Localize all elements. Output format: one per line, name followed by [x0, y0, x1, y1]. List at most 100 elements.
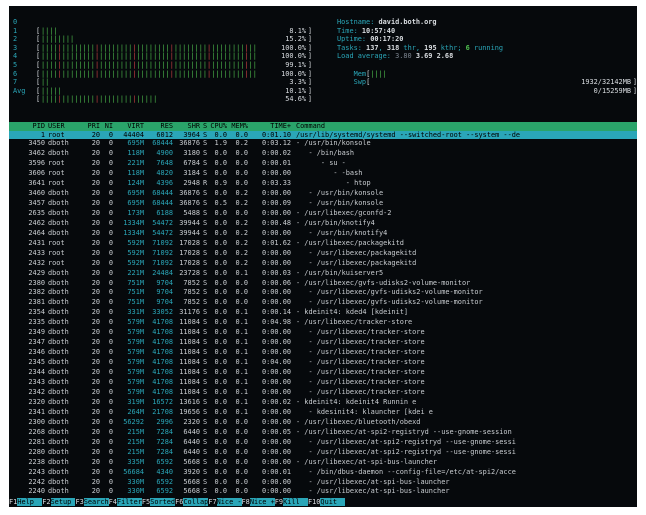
- process-state: S: [203, 467, 208, 476]
- process-row[interactable]: 2280 dboth 20 0 215M 7284 6440 S 0.0 0.0 0:00.00 -…: [9, 448, 637, 457]
- fkey-label[interactable]: Sorted: [150, 498, 176, 506]
- col-mem[interactable]: MEM%: [230, 122, 248, 131]
- process-row[interactable]: 2238 dboth 20 0 335M 6592 5668 S 0.0 0.0 0:00.00 - …: [9, 458, 637, 467]
- process-state: S: [203, 457, 208, 466]
- col-pid[interactable]: PID: [11, 122, 45, 131]
- process-row[interactable]: 2349 dboth 20 0 579M 41708 11084 S 0.0 0.1 0:00.00…: [9, 328, 637, 337]
- process-table-header[interactable]: PID USER PRI NI VIRT RES SHR S CPU% MEM%…: [9, 122, 637, 131]
- process-row[interactable]: 2462 dboth 20 0 1334M 54472 39944 S 0.0 0.2 0:00.4…: [9, 219, 637, 228]
- fkey-f8[interactable]: F8: [241, 498, 250, 506]
- process-shr: 6440: [183, 427, 200, 436]
- fkey-label[interactable]: Search: [83, 498, 109, 506]
- process-row[interactable]: 2268 dboth 20 0 215M 7284 6440 S 0.0 0.0 0:00.05 - …: [9, 428, 637, 437]
- col-virt[interactable]: VIRT: [115, 122, 144, 131]
- fkey-label[interactable]: Nice -: [216, 498, 242, 506]
- col-ni[interactable]: NI: [101, 122, 113, 131]
- selected-process-row[interactable]: 1 root 20 0 44404 6012 3964 S 0.0 0.0 0:…: [9, 130, 637, 140]
- col-pri[interactable]: PRI: [83, 122, 100, 131]
- process-row[interactable]: 3450 dboth 20 0 695M 68444 36876 S 1.9 0.2 0:03.12…: [9, 139, 637, 148]
- process-command: - /usr/libexec/tracker-store: [296, 368, 425, 377]
- fkey-label[interactable]: Kill: [283, 498, 308, 506]
- col-state[interactable]: S: [203, 122, 207, 131]
- process-nice: 0: [108, 338, 113, 347]
- process-time: 0:00.00: [261, 338, 291, 347]
- process-row[interactable]: 2300 dboth 20 0 56292 2996 2320 S 0.0 0.0 0:00.00-…: [9, 418, 637, 427]
- process-cpu: 0.0: [214, 407, 227, 416]
- process-cpu: 0.0: [214, 159, 227, 168]
- fkey-label[interactable]: Collap: [183, 498, 209, 506]
- fkey-label[interactable]: Filter: [116, 498, 142, 506]
- fkey-label[interactable]: Help: [17, 498, 43, 506]
- process-user: dboth: [48, 318, 69, 327]
- process-row[interactable]: 2344 dboth 20 0 579M 41708 11084 S 0.0 0.1 0:00.00…: [9, 368, 637, 377]
- process-row[interactable]: 2320 dboth 20 0 319M 16572 13616 S 0.0 0.1 0:00.02…: [9, 398, 637, 407]
- process-command: - /usr/libexec/tracker-store: [296, 387, 425, 396]
- process-row[interactable]: 2382 dboth 20 0 751M 9704 7852 S 0.0 0.0 0:00.00 -…: [9, 288, 637, 297]
- process-res: 6188: [156, 208, 173, 217]
- process-row[interactable]: 2243 dboth 20 0 56684 4340 3920 S 0.0 0.0 0:00.01 …: [9, 468, 637, 477]
- process-priority: 20: [91, 387, 100, 396]
- process-state: S: [203, 198, 208, 207]
- process-row[interactable]: 2429 dboth 20 0 221M 24484 23728 S 0.0 0.1 0:00.03…: [9, 269, 637, 278]
- fkey-label[interactable]: Setup: [50, 498, 76, 506]
- process-row[interactable]: 2342 dboth 20 0 579M 41708 11084 S 0.0 0.1 0:00.00…: [9, 388, 637, 397]
- fkey-f4[interactable]: F4: [108, 498, 117, 506]
- col-time[interactable]: TIME+: [251, 122, 291, 131]
- fkey-f10[interactable]: F10: [307, 498, 321, 506]
- fkey-f5[interactable]: F5: [141, 498, 151, 506]
- process-row[interactable]: 2341 dboth 20 0 264M 21708 19656 S 0.0 0.1 0:00.00…: [9, 408, 637, 417]
- process-nice: 0: [108, 348, 113, 357]
- process-row[interactable]: 2343 dboth 20 0 579M 41708 11084 S 0.0 0.1 0:00.00…: [9, 378, 637, 387]
- fkey-f2[interactable]: F2: [42, 498, 51, 506]
- process-row[interactable]: 2464 dboth 20 0 1334M 54472 39944 S 0.0 0.2 0:00.0…: [9, 229, 637, 238]
- process-state: S: [203, 268, 208, 277]
- fkey-label[interactable]: Quit: [320, 498, 346, 506]
- process-command: - kdeinit4: kded4 [kdeinit]: [296, 308, 409, 317]
- process-row[interactable]: 3606 root 20 0 118M 4820 3184 S 0.0 0.0 0:00.00 - …: [9, 169, 637, 178]
- fkey-label[interactable]: Nice +: [249, 498, 275, 506]
- process-priority: 20: [91, 149, 100, 158]
- col-shr[interactable]: SHR: [176, 122, 200, 131]
- process-row[interactable]: 2380 dboth 20 0 751M 9704 7852 S 0.0 0.0 0:00.06 - …: [9, 279, 637, 288]
- process-res: 7284: [156, 437, 173, 446]
- process-shr: 11084: [179, 378, 200, 386]
- process-row[interactable]: 3462 dboth 20 0 118M 4900 3180 S 0.0 0.0 0:00.02 -…: [9, 149, 637, 158]
- process-shr: 6440: [183, 447, 200, 456]
- process-row[interactable]: 2432 root 20 0 592M 71092 17028 S 0.0 0.2 0:00.00 …: [9, 259, 637, 268]
- process-row[interactable]: 2381 dboth 20 0 751M 9704 7852 S 0.0 0.0 0:00.00 -…: [9, 298, 637, 307]
- process-row[interactable]: 3460 dboth 20 0 695M 68444 36876 S 0.0 0.2 0:00.00…: [9, 189, 637, 198]
- col-cpu[interactable]: CPU%: [209, 122, 227, 131]
- fkey-f3[interactable]: F3: [75, 498, 84, 506]
- process-priority: 20: [91, 437, 100, 446]
- process-row[interactable]: 2431 root 20 0 592M 71092 17028 S 0.0 0.2 0:01.62-…: [9, 239, 637, 248]
- process-pid: 2462: [28, 218, 45, 227]
- process-row[interactable]: 2346 dboth 20 0 579M 41708 11084 S 0.0 0.1 0:00.00…: [9, 348, 637, 357]
- process-row[interactable]: 2347 dboth 20 0 579M 41708 11084 S 0.0 0.1 0:00.00…: [9, 338, 637, 347]
- process-priority: 20: [91, 288, 100, 297]
- process-user: root: [48, 179, 65, 187]
- col-command[interactable]: Command: [296, 122, 325, 131]
- process-row[interactable]: 2242 dboth 20 0 330M 6592 5668 S 0.0 0.0 0:00.00 -…: [9, 478, 637, 487]
- process-shr: 17028: [179, 248, 200, 257]
- process-row[interactable]: 3457 dboth 20 0 695M 68444 36876 S 0.5 0.2 0:00.09…: [9, 199, 637, 208]
- process-row[interactable]: 3596 root 20 0 221M 7648 6784 S 0.0 0.0 0:00.01 - …: [9, 159, 637, 168]
- fkey-f7[interactable]: F7: [208, 498, 217, 506]
- process-row[interactable]: 2354 dboth 20 0 331M 33052 31176 S 0.0 0.1 0:00.14…: [9, 308, 637, 317]
- process-row[interactable]: 2433 root 20 0 592M 71092 17028 S 0.0 0.2 0:00.00 …: [9, 249, 637, 258]
- process-row[interactable]: 2335 dboth 20 0 579M 41708 11084 S 0.0 0.1 0:04.98…: [9, 318, 637, 327]
- process-virt: 579M: [127, 358, 144, 367]
- process-row[interactable]: 2240 dboth 20 0 330M 6592 5668 S 0.0 0.0 0:00.00 -…: [9, 487, 637, 496]
- col-res[interactable]: RES: [146, 122, 173, 131]
- process-row[interactable]: 3641 root 20 0 124M 4396 2948 R 0.9 0.0 0:03.33 - …: [9, 179, 637, 188]
- col-user[interactable]: USER: [48, 122, 65, 131]
- process-res: 7284: [156, 447, 173, 456]
- process-row[interactable]: 2281 dboth 20 0 215M 7284 6440 S 0.0 0.0 0:00.00 -…: [9, 438, 637, 447]
- process-res: 4900: [156, 149, 173, 158]
- process-res: 21708: [152, 407, 173, 416]
- fkey-f9[interactable]: F9: [274, 498, 284, 506]
- process-row[interactable]: 2635 dboth 20 0 173M 6188 5488 S 0.0 0.0 0:00.00 - …: [9, 209, 637, 218]
- process-mem: 0.1: [235, 328, 248, 337]
- process-virt: 56684: [123, 467, 144, 476]
- process-row[interactable]: 2345 dboth 20 0 579M 41708 11084 S 0.0 0.1 0:04.00…: [9, 358, 637, 367]
- process-virt: 215M: [127, 427, 144, 436]
